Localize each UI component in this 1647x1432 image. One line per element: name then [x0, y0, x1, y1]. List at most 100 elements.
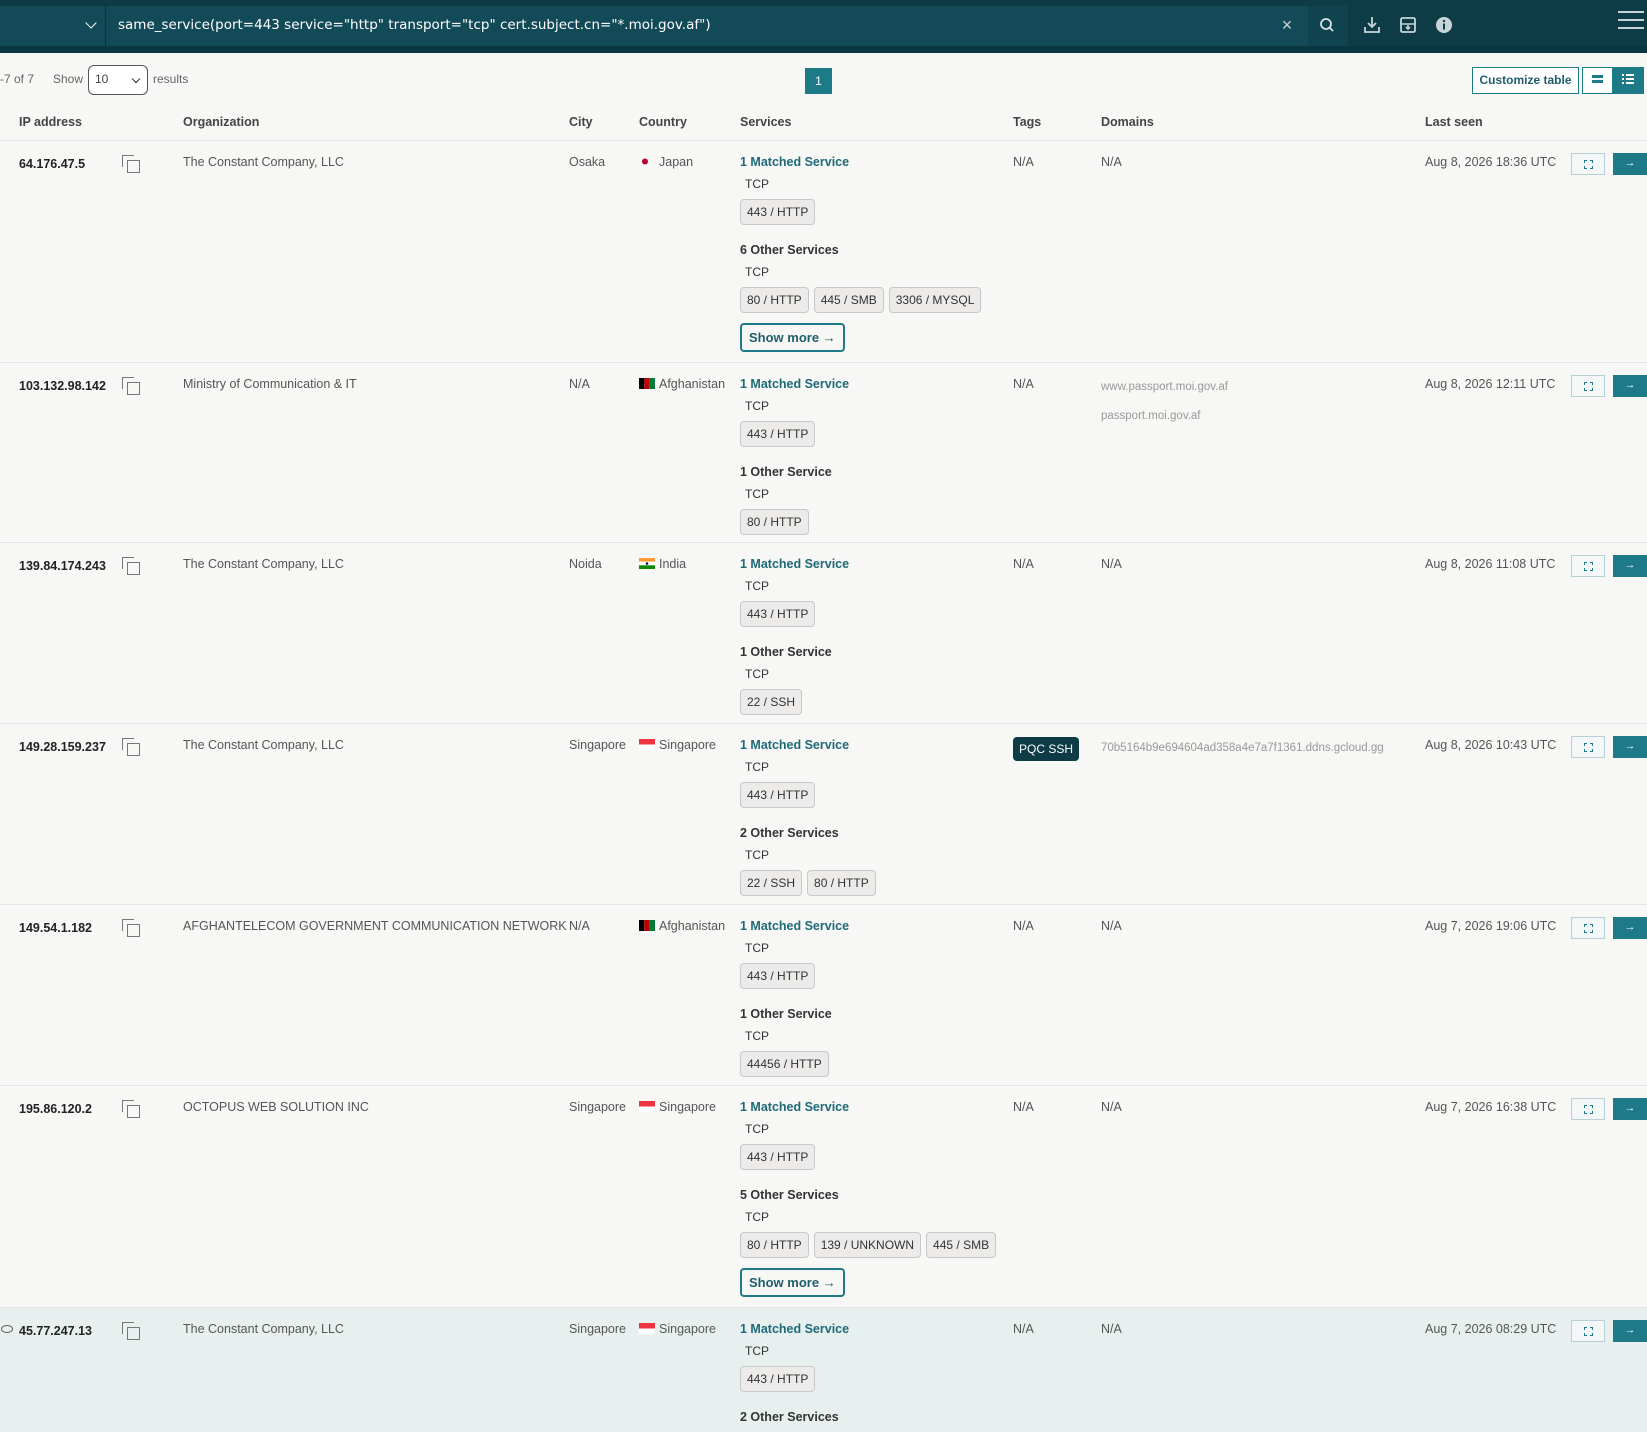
- matched-services-link[interactable]: 1 Matched Service: [740, 919, 1010, 933]
- domain-link[interactable]: www.passport.moi.gov.af: [1101, 381, 1228, 393]
- compact-view-button[interactable]: [1582, 67, 1613, 94]
- copy-icon[interactable]: [122, 1100, 142, 1120]
- page-size-select[interactable]: 10: [88, 65, 148, 95]
- hamburger-menu-icon[interactable]: [1618, 11, 1644, 35]
- table-row[interactable]: 195.86.120.2 OCTOPUS WEB SOLUTION INC Si…: [0, 1086, 1647, 1308]
- open-host-button[interactable]: →: [1613, 917, 1647, 939]
- expand-row-button[interactable]: [1571, 736, 1605, 758]
- domain-link[interactable]: 70b5164b9e694604ad358a4e7a7f1361.ddns.gc…: [1101, 742, 1384, 754]
- service-chip[interactable]: 139 / UNKNOWN: [813, 1232, 922, 1258]
- expand-row-button[interactable]: [1571, 917, 1605, 939]
- protocol: TCP: [745, 399, 769, 413]
- city: Singapore: [569, 1322, 626, 1336]
- ip-address[interactable]: 45.77.247.13: [19, 1324, 92, 1338]
- matched-services-link[interactable]: 1 Matched Service: [740, 377, 1010, 391]
- expand-row-button[interactable]: [1571, 153, 1605, 175]
- country: Singapore: [639, 1322, 716, 1336]
- service-chip[interactable]: 443 / HTTP: [740, 421, 816, 447]
- open-host-button[interactable]: →: [1613, 153, 1647, 175]
- column-tags[interactable]: Tags: [1013, 115, 1041, 129]
- service-chip[interactable]: 443 / HTTP: [740, 963, 816, 989]
- ip-address[interactable]: 195.86.120.2: [19, 1102, 92, 1116]
- clear-search-button[interactable]: ×: [1276, 14, 1298, 36]
- tag-badge[interactable]: PQC SSH: [1013, 737, 1080, 761]
- top-bar-divider: [0, 46, 1647, 53]
- detailed-view-button[interactable]: [1613, 67, 1644, 94]
- service-chip[interactable]: 80 / HTTP: [740, 509, 809, 535]
- ip-address[interactable]: 149.28.159.237: [19, 740, 106, 754]
- matched-services-link[interactable]: 1 Matched Service: [740, 1322, 1010, 1336]
- matched-services-link[interactable]: 1 Matched Service: [740, 1100, 1010, 1114]
- table-row[interactable]: 45.77.247.13 The Constant Company, LLC S…: [0, 1308, 1647, 1432]
- show-more-button[interactable]: Show more →: [740, 323, 845, 352]
- protocol: TCP: [745, 487, 769, 501]
- table-row[interactable]: 139.84.174.243 The Constant Company, LLC…: [0, 543, 1647, 724]
- matched-services-link[interactable]: 1 Matched Service: [740, 155, 1010, 169]
- ip-address[interactable]: 103.132.98.142: [19, 379, 106, 393]
- service-chip[interactable]: 443 / HTTP: [740, 199, 816, 225]
- pagination-page-1[interactable]: 1: [805, 68, 832, 94]
- copy-icon[interactable]: [122, 155, 142, 175]
- service-chip[interactable]: 443 / HTTP: [740, 782, 816, 808]
- service-chip[interactable]: 22 / SSH: [740, 689, 803, 715]
- show-more-button[interactable]: Show more →: [740, 1268, 845, 1297]
- open-host-button[interactable]: →: [1613, 375, 1647, 397]
- service-chip[interactable]: 445 / SMB: [813, 287, 884, 313]
- open-host-button[interactable]: →: [1613, 736, 1647, 758]
- service-chip[interactable]: 22 / SSH: [740, 870, 803, 896]
- service-chip[interactable]: 80 / HTTP: [740, 287, 809, 313]
- protocol: TCP: [745, 1029, 769, 1043]
- service-chip[interactable]: 445 / SMB: [926, 1232, 997, 1258]
- open-host-button[interactable]: →: [1613, 555, 1647, 577]
- expand-row-button[interactable]: [1571, 1098, 1605, 1120]
- search-button[interactable]: [1308, 6, 1348, 46]
- table-row[interactable]: 149.28.159.237 The Constant Company, LLC…: [0, 724, 1647, 905]
- service-chip[interactable]: 80 / HTTP: [807, 870, 876, 896]
- ip-address[interactable]: 64.176.47.5: [19, 157, 85, 171]
- service-chip[interactable]: 80 / HTTP: [740, 1232, 809, 1258]
- download-icon[interactable]: [1361, 14, 1383, 36]
- protocol: TCP: [745, 265, 769, 279]
- column-country[interactable]: Country: [639, 115, 687, 129]
- service-chip[interactable]: 443 / HTTP: [740, 601, 816, 627]
- column-services[interactable]: Services: [740, 115, 791, 129]
- ip-address[interactable]: 139.84.174.243: [19, 559, 106, 573]
- column-ip[interactable]: IP address: [19, 115, 82, 129]
- copy-icon[interactable]: [122, 1322, 142, 1342]
- column-organization[interactable]: Organization: [183, 115, 259, 129]
- open-host-button[interactable]: →: [1613, 1098, 1647, 1120]
- archive-icon[interactable]: [1397, 14, 1419, 36]
- service-chip[interactable]: 44456 / HTTP: [740, 1051, 829, 1077]
- expand-row-button[interactable]: [1571, 1320, 1605, 1342]
- column-last-seen[interactable]: Last seen: [1425, 115, 1483, 129]
- column-domains[interactable]: Domains: [1101, 115, 1154, 129]
- copy-icon[interactable]: [122, 919, 142, 939]
- matched-services-link[interactable]: 1 Matched Service: [740, 738, 1010, 752]
- singapore-flag-icon: [639, 739, 655, 750]
- query-type-dropdown[interactable]: [0, 6, 106, 46]
- customize-table-button[interactable]: Customize table: [1472, 67, 1579, 94]
- table-row[interactable]: 64.176.47.5 The Constant Company, LLC Os…: [0, 141, 1647, 363]
- city: Singapore: [569, 1100, 626, 1114]
- table-row[interactable]: 149.54.1.182 AFGHANTELECOM GOVERNMENT CO…: [0, 905, 1647, 1086]
- info-icon[interactable]: [1433, 14, 1455, 36]
- open-host-button[interactable]: →: [1613, 1320, 1647, 1342]
- arrow-right-icon: →: [1624, 157, 1636, 169]
- protocol: TCP: [745, 667, 769, 681]
- copy-icon[interactable]: [122, 738, 142, 758]
- copy-icon[interactable]: [122, 557, 142, 577]
- service-chip[interactable]: 443 / HTTP: [740, 1144, 816, 1170]
- column-city[interactable]: City: [569, 115, 593, 129]
- other-services-label: 2 Other Services: [740, 826, 839, 840]
- copy-icon[interactable]: [122, 377, 142, 397]
- domain-link[interactable]: passport.moi.gov.af: [1101, 410, 1228, 422]
- search-input[interactable]: same_service(port=443 service="http" tra…: [106, 6, 1308, 46]
- table-row[interactable]: 103.132.98.142 Ministry of Communication…: [0, 363, 1647, 543]
- expand-row-button[interactable]: [1571, 555, 1605, 577]
- ip-address[interactable]: 149.54.1.182: [19, 921, 92, 935]
- matched-services-link[interactable]: 1 Matched Service: [740, 557, 1010, 571]
- service-chip[interactable]: 443 / HTTP: [740, 1366, 816, 1392]
- tags: N/A: [1013, 557, 1034, 571]
- expand-row-button[interactable]: [1571, 375, 1605, 397]
- service-chip[interactable]: 3306 / MYSQL: [888, 287, 982, 313]
